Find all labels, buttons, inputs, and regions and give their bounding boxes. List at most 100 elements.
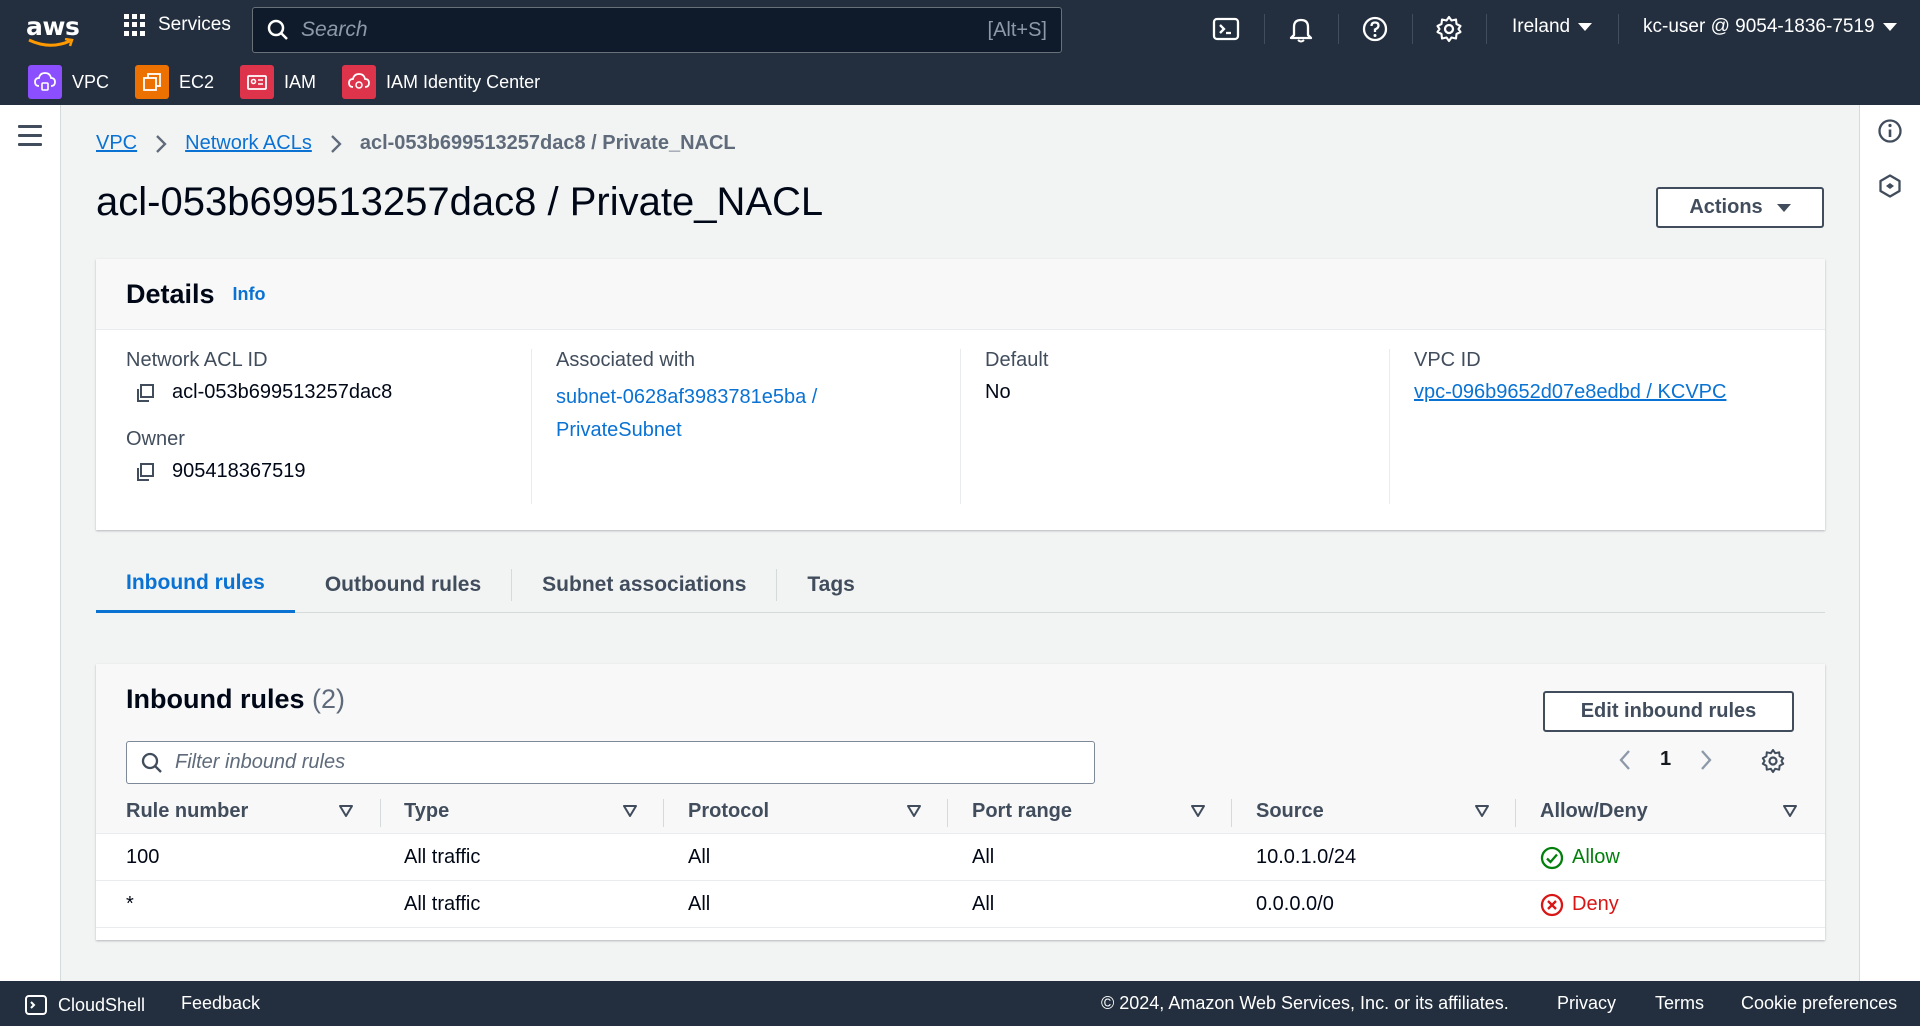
account-menu[interactable]: kc-user @ 9054-1836-7519 <box>1643 16 1897 38</box>
breadcrumb-link-vpc[interactable]: VPC <box>96 132 137 155</box>
sort-icon[interactable] <box>622 803 638 819</box>
search-icon <box>267 19 288 40</box>
inbound-rules-title: Inbound rules (2) <box>126 684 345 715</box>
cloudshell-footer-button[interactable]: CloudShell <box>24 993 145 1017</box>
settings-gear-icon[interactable] <box>1434 14 1464 44</box>
aws-logo-text: aws <box>26 12 80 41</box>
column-header-allow-deny[interactable]: Allow/Deny <box>1540 789 1648 834</box>
privacy-link[interactable]: Privacy <box>1557 993 1616 1014</box>
vpc-id-link[interactable]: vpc-096b9652d07e8edbd / KCVPC <box>1414 381 1844 404</box>
help-icon[interactable] <box>1360 14 1390 44</box>
favorite-iam[interactable]: IAM <box>240 65 316 99</box>
actions-button[interactable]: Actions <box>1656 187 1824 228</box>
favorite-vpc[interactable]: VPC <box>28 65 109 99</box>
copyright-text: © 2024, Amazon Web Services, Inc. or its… <box>1101 993 1509 1013</box>
protocol-cell: All <box>688 846 711 868</box>
inbound-rules-panel: Inbound rules (2) Edit inbound rules Fil… <box>96 664 1825 940</box>
inbound-rules-header: Inbound rules (2) Edit inbound rules Fil… <box>96 664 1825 789</box>
search-input[interactable]: Search [Alt+S] <box>252 7 1062 53</box>
tab-tags[interactable]: Tags <box>777 557 884 613</box>
details-col-default: Default No <box>985 349 1415 504</box>
associated-subnet-link[interactable]: subnet-0628af3983781e5ba / PrivateSubnet <box>556 381 986 447</box>
breadcrumb-current: acl-053b699513257dac8 / Private_NACL <box>359 132 736 154</box>
column-header-rule-number[interactable]: Rule number <box>126 789 248 834</box>
details-col-vpc: VPC ID vpc-096b9652d07e8edbd / KCVPC <box>1414 349 1844 504</box>
protocol-cell: All <box>688 893 711 915</box>
default-label: Default <box>985 349 1049 371</box>
port-range-cell: All <box>972 893 995 915</box>
notifications-bell-icon[interactable] <box>1286 14 1316 44</box>
details-panel: Details Info Network ACL ID acl-053b6995… <box>96 259 1825 530</box>
search-placeholder: Search <box>301 18 368 41</box>
feedback-link[interactable]: Feedback <box>181 993 260 1014</box>
chevron-left-icon[interactable] <box>1618 749 1632 771</box>
copy-icon[interactable] <box>134 382 156 404</box>
table-preferences-gear-icon[interactable] <box>1760 748 1786 774</box>
details-title: Details <box>126 278 215 309</box>
breadcrumb: VPC Network ACLs acl-053b699513257dac8 /… <box>96 132 736 155</box>
port-range-cell: All <box>972 846 995 868</box>
tab-subnet-associations[interactable]: Subnet associations <box>512 557 776 613</box>
services-menu[interactable]: Services <box>124 14 231 36</box>
table-row: * All traffic All All 0.0.0.0/0 Deny <box>96 881 1825 928</box>
rule-number-cell: * <box>126 893 134 915</box>
tab-outbound-rules[interactable]: Outbound rules <box>295 557 511 613</box>
details-header: Details Info <box>96 259 1825 330</box>
cloudshell-icon <box>25 995 47 1015</box>
services-label: Services <box>158 14 231 35</box>
caret-down-icon <box>1776 203 1791 212</box>
terms-link[interactable]: Terms <box>1655 993 1704 1014</box>
column-header-source[interactable]: Source <box>1256 789 1324 834</box>
details-col-associated: Associated with subnet-0628af3983781e5ba… <box>556 349 986 504</box>
current-page[interactable]: 1 <box>1660 748 1671 771</box>
vpc-id-label: VPC ID <box>1414 349 1481 371</box>
cloudshell-label: CloudShell <box>58 994 146 1015</box>
favorite-label: IAM <box>284 71 317 92</box>
default-value: No <box>985 381 1011 403</box>
column-header-protocol[interactable]: Protocol <box>688 789 769 834</box>
explore-hexagon-icon[interactable] <box>1877 173 1903 199</box>
filter-inbound-rules-input[interactable]: Filter inbound rules <box>126 741 1095 784</box>
column-header-port-range[interactable]: Port range <box>972 789 1072 834</box>
column-header-type[interactable]: Type <box>404 789 449 834</box>
vpc-service-icon <box>28 65 62 99</box>
cloudshell-icon[interactable] <box>1211 14 1241 44</box>
allow-deny-value: Allow <box>1572 846 1620 868</box>
sort-icon[interactable] <box>906 803 922 819</box>
rule-number-cell: 100 <box>126 846 160 868</box>
associated-label: Associated with <box>556 349 695 371</box>
info-panel-icon[interactable] <box>1877 118 1903 144</box>
cookie-preferences-link[interactable]: Cookie preferences <box>1741 993 1897 1014</box>
copy-icon[interactable] <box>134 461 156 483</box>
source-cell: 0.0.0.0/0 <box>1256 893 1334 915</box>
hamburger-menu-icon[interactable] <box>18 125 42 152</box>
actions-label: Actions <box>1689 196 1763 218</box>
type-cell: All traffic <box>404 893 481 915</box>
associated-line-1: subnet-0628af3983781e5ba / <box>556 386 818 408</box>
region-selector[interactable]: Ireland <box>1512 16 1593 38</box>
chevron-down-icon <box>1578 23 1593 31</box>
sort-icon[interactable] <box>1190 803 1206 819</box>
sort-icon[interactable] <box>1782 803 1798 819</box>
aws-logo[interactable]: aws <box>26 12 80 48</box>
sort-icon[interactable] <box>1474 803 1490 819</box>
allow-deny-cell: Allow <box>1540 834 1620 881</box>
acl-id-label: Network ACL ID <box>126 349 268 371</box>
error-x-icon <box>1540 893 1564 916</box>
chevron-right-icon <box>331 134 342 153</box>
favorite-iam-identity-center[interactable]: IAM Identity Center <box>342 65 540 99</box>
page-title: acl-053b699513257dac8 / Private_NACL <box>96 180 824 224</box>
favorite-ec2[interactable]: EC2 <box>135 65 214 99</box>
ec2-service-icon <box>135 65 170 99</box>
info-link[interactable]: Info <box>233 284 266 305</box>
edit-inbound-rules-button[interactable]: Edit inbound rules <box>1543 691 1794 732</box>
sort-icon[interactable] <box>338 803 354 819</box>
chevron-down-icon <box>1882 23 1897 31</box>
tab-inbound-rules[interactable]: Inbound rules <box>96 557 295 613</box>
chevron-right-icon[interactable] <box>1699 749 1713 771</box>
owner-value-row: 905418367519 <box>126 460 556 483</box>
owner-label: Owner <box>126 428 185 450</box>
type-cell: All traffic <box>404 846 481 868</box>
breadcrumb-link-network-acls[interactable]: Network ACLs <box>185 132 312 155</box>
favorite-label: EC2 <box>179 71 215 92</box>
